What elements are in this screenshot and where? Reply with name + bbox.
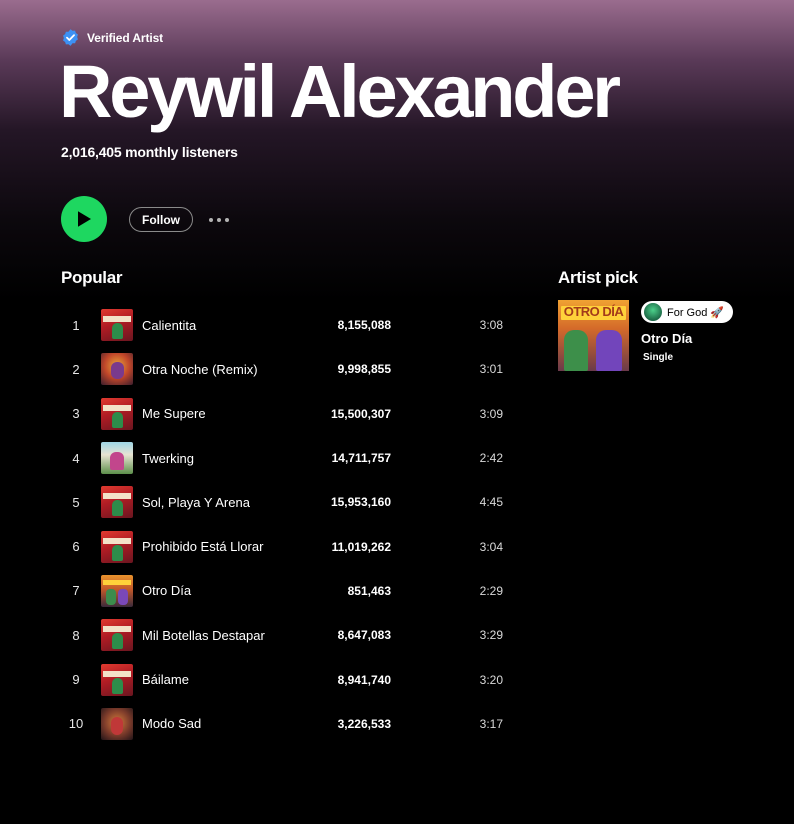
play-icon <box>78 211 91 227</box>
pick-release-type: Single <box>643 352 674 363</box>
pick-comment-text: For God 🚀 <box>667 306 725 319</box>
popular-section-title: Popular <box>61 268 123 287</box>
track-duration: 2:42 <box>479 451 503 466</box>
track-number: 6 <box>72 539 80 555</box>
track-plays: 15,500,307 <box>330 406 391 421</box>
artist-pick-title: Artist pick <box>558 268 638 287</box>
track-number: 1 <box>72 317 80 333</box>
track-title[interactable]: Otro Día <box>142 583 191 598</box>
follow-button[interactable]: Follow <box>129 207 193 232</box>
track-cover <box>101 397 133 430</box>
track-plays: 851,463 <box>347 583 391 598</box>
verified-label: Verified Artist <box>87 30 164 45</box>
track-title[interactable]: Prohibido Está Llorar <box>142 539 263 554</box>
track-title[interactable]: Twerking <box>142 451 194 466</box>
track-number: 2 <box>72 361 80 377</box>
track-duration: 3:04 <box>479 539 503 554</box>
track-duration: 3:01 <box>479 362 503 377</box>
track-row[interactable]: 5 Sol, Playa Y Arena 15,953,160 4:45 <box>61 480 511 524</box>
track-plays: 3,226,533 <box>337 716 391 731</box>
artist-pick-comment-pill: For God 🚀 <box>641 301 734 323</box>
more-dot <box>217 218 221 222</box>
track-row[interactable]: 6 Prohibido Está Llorar 11,019,262 3:04 <box>61 524 511 568</box>
track-duration: 3:08 <box>479 318 503 333</box>
more-dot <box>209 218 213 222</box>
artist-pick-card[interactable]: OTRO DÍA For God 🚀 Otro Día Single <box>558 300 758 372</box>
track-title[interactable]: Mil Botellas Destapar <box>142 628 265 643</box>
track-plays: 8,155,088 <box>337 318 391 333</box>
track-row[interactable]: 7 Otro Día 851,463 2:29 <box>61 569 511 613</box>
track-cover <box>101 442 133 475</box>
track-cover <box>101 619 133 652</box>
track-title[interactable]: Otra Noche (Remix) <box>142 362 258 377</box>
track-number: 3 <box>72 406 80 422</box>
track-cover <box>101 530 133 563</box>
track-title[interactable]: Modo Sad <box>142 716 201 731</box>
track-number: 8 <box>72 627 80 643</box>
track-plays: 14,711,757 <box>331 451 391 466</box>
track-cover <box>101 309 133 342</box>
track-title[interactable]: Calientita <box>142 318 196 333</box>
avatar <box>644 303 662 321</box>
track-cover <box>101 486 133 519</box>
track-duration: 3:29 <box>479 628 503 643</box>
popular-track-list: 1 Calientita 8,155,088 3:08 2 Otra Noche… <box>61 303 511 746</box>
track-duration: 3:20 <box>479 672 503 687</box>
pick-cover-title: OTRO DÍA <box>563 304 624 319</box>
track-plays: 8,647,083 <box>337 628 391 643</box>
track-row[interactable]: 4 Twerking 14,711,757 2:42 <box>61 436 511 480</box>
pick-release-name[interactable]: Otro Día <box>641 331 692 346</box>
track-row[interactable]: 8 Mil Botellas Destapar 8,647,083 3:29 <box>61 613 511 657</box>
track-cover <box>101 663 133 696</box>
track-row[interactable]: 10 Modo Sad 3,226,533 3:17 <box>61 702 511 746</box>
track-number: 5 <box>72 494 80 510</box>
track-row[interactable]: 3 Me Supere 15,500,307 3:09 <box>61 392 511 436</box>
track-cover <box>101 353 133 386</box>
track-row[interactable]: 1 Calientita 8,155,088 3:08 <box>61 303 511 347</box>
verified-artist-badge: Verified Artist <box>61 28 163 47</box>
artist-pick-cover[interactable]: OTRO DÍA <box>558 300 629 371</box>
track-cover <box>101 707 133 740</box>
more-dot <box>225 218 229 222</box>
track-plays: 9,998,855 <box>337 362 391 377</box>
more-options-icon[interactable] <box>206 210 232 230</box>
track-title[interactable]: Me Supere <box>142 406 206 421</box>
track-title[interactable]: Báilame <box>142 672 189 687</box>
track-row[interactable]: 9 Báilame 8,941,740 3:20 <box>61 657 511 701</box>
track-duration: 4:45 <box>479 495 503 510</box>
track-number: 7 <box>72 583 80 599</box>
track-plays: 15,953,160 <box>330 495 391 510</box>
track-duration: 2:29 <box>479 583 503 598</box>
track-duration: 3:09 <box>479 406 503 421</box>
track-number: 4 <box>72 450 80 466</box>
track-plays: 8,941,740 <box>337 672 391 687</box>
track-title[interactable]: Sol, Playa Y Arena <box>142 495 250 510</box>
track-number: 10 <box>68 716 84 732</box>
play-button[interactable] <box>61 196 107 242</box>
track-duration: 3:17 <box>479 716 503 731</box>
artist-name: Reywil Alexander <box>59 50 621 133</box>
monthly-listeners: 2,016,405 monthly listeners <box>61 144 238 160</box>
track-plays: 11,019,262 <box>331 539 391 554</box>
track-number: 9 <box>72 672 80 688</box>
track-row[interactable]: 2 Otra Noche (Remix) 9,998,855 3:01 <box>61 347 511 391</box>
verified-check-icon <box>63 29 78 46</box>
track-cover <box>101 574 133 607</box>
